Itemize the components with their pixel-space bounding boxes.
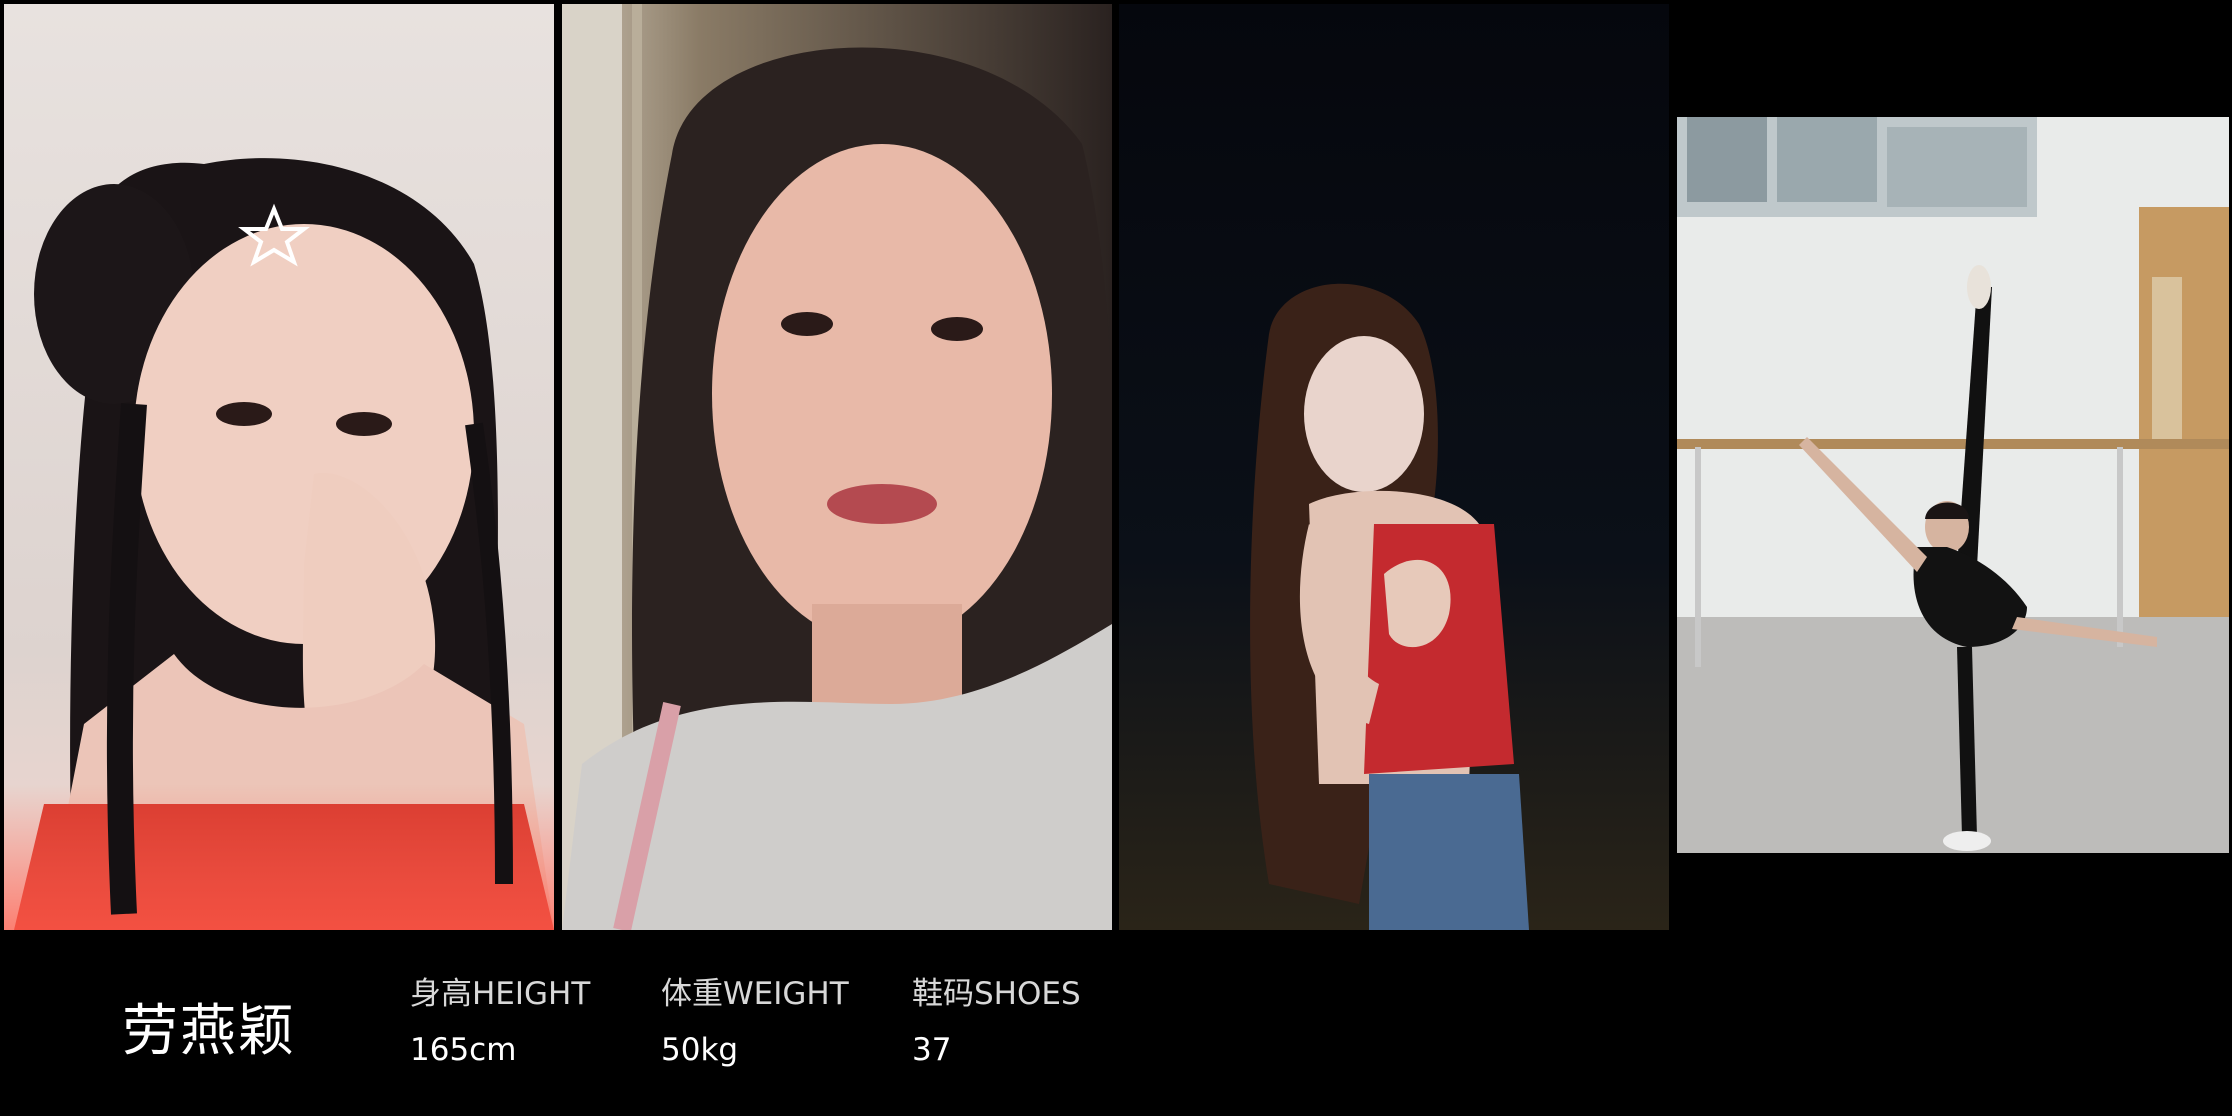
stat-weight-value: 50kg	[661, 1032, 739, 1068]
stat-shoes: 鞋码SHOES 37	[912, 974, 1081, 1070]
profile-info-bar	[0, 930, 2232, 1116]
model-photo-3	[1119, 4, 1669, 930]
stat-height: 身高HEIGHT 165cm	[410, 974, 590, 1070]
stat-weight-label: 体重WEIGHT	[661, 976, 849, 1012]
model-name: 劳燕颖	[122, 999, 296, 1064]
stat-shoes-label: 鞋码SHOES	[912, 976, 1081, 1012]
model-photo-4	[1677, 117, 2229, 853]
model-photo-1	[4, 4, 554, 930]
stat-height-label: 身高HEIGHT	[410, 976, 591, 1012]
stat-shoes-value: 37	[912, 1032, 952, 1068]
stat-weight: 体重WEIGHT 50kg	[661, 974, 849, 1070]
model-photo-2	[562, 4, 1112, 930]
stat-height-value: 165cm	[410, 1032, 517, 1068]
